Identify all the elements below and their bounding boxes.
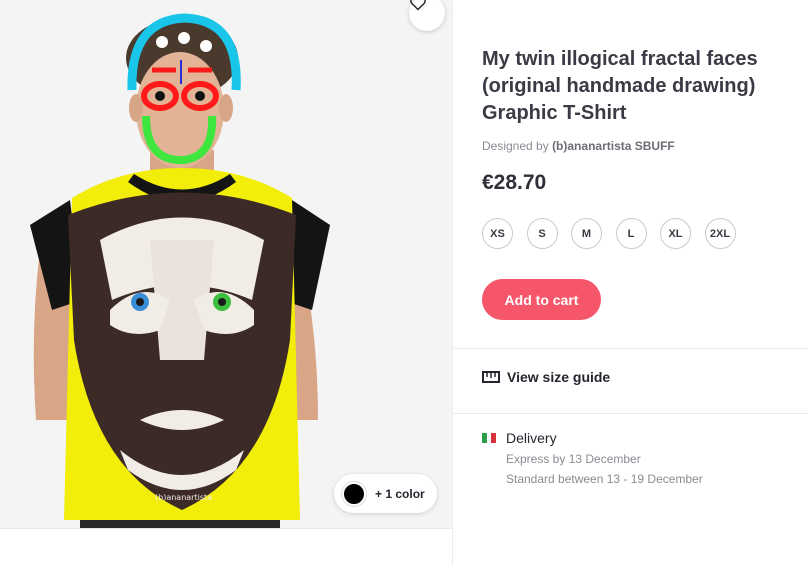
- size-option-s[interactable]: S: [526, 218, 558, 249]
- panel-divider: [452, 0, 453, 566]
- delivery-standard: Standard between 13 - 19 December: [506, 472, 703, 486]
- model-illustration: (b)ananartista: [0, 0, 452, 528]
- product-title: My twin illogical fractal faces (origina…: [482, 48, 758, 124]
- more-colors-label: + 1 color: [375, 486, 425, 501]
- add-to-cart-button[interactable]: Add to cart: [482, 279, 601, 320]
- heart-icon: [410, 0, 426, 11]
- delivery-heading: Delivery: [506, 430, 557, 446]
- size-selector: XS S M L XL 2XL: [482, 218, 749, 249]
- image-footer-strip: [0, 528, 452, 566]
- ruler-icon: [482, 371, 500, 383]
- divider: [453, 413, 808, 414]
- size-option-m[interactable]: M: [571, 218, 602, 249]
- shirt-signature: (b)ananartista: [155, 493, 212, 502]
- size-option-xl[interactable]: XL: [660, 218, 691, 249]
- size-guide-link[interactable]: View size guide: [482, 369, 610, 385]
- delivery-info: Delivery Express by 13 December Standard…: [482, 430, 703, 486]
- designer-prefix: Designed by: [482, 139, 549, 153]
- size-option-l[interactable]: L: [615, 218, 647, 249]
- product-image[interactable]: (b)ananartista + 1 color: [0, 0, 452, 528]
- designer-link[interactable]: (b)ananartista SBUFF: [552, 139, 675, 153]
- product-price: €28.70: [482, 171, 547, 194]
- divider: [453, 348, 808, 349]
- delivery-express: Express by 13 December: [506, 452, 641, 466]
- color-swatch-black[interactable]: [342, 481, 366, 506]
- color-selector[interactable]: + 1 color: [334, 474, 437, 513]
- designer-credit: Designed by (b)ananartista SBUFF: [482, 139, 675, 153]
- size-option-2xl[interactable]: 2XL: [704, 218, 736, 249]
- size-option-xs[interactable]: XS: [482, 218, 513, 249]
- italy-flag-icon: [482, 433, 497, 443]
- size-guide-label: View size guide: [507, 369, 611, 385]
